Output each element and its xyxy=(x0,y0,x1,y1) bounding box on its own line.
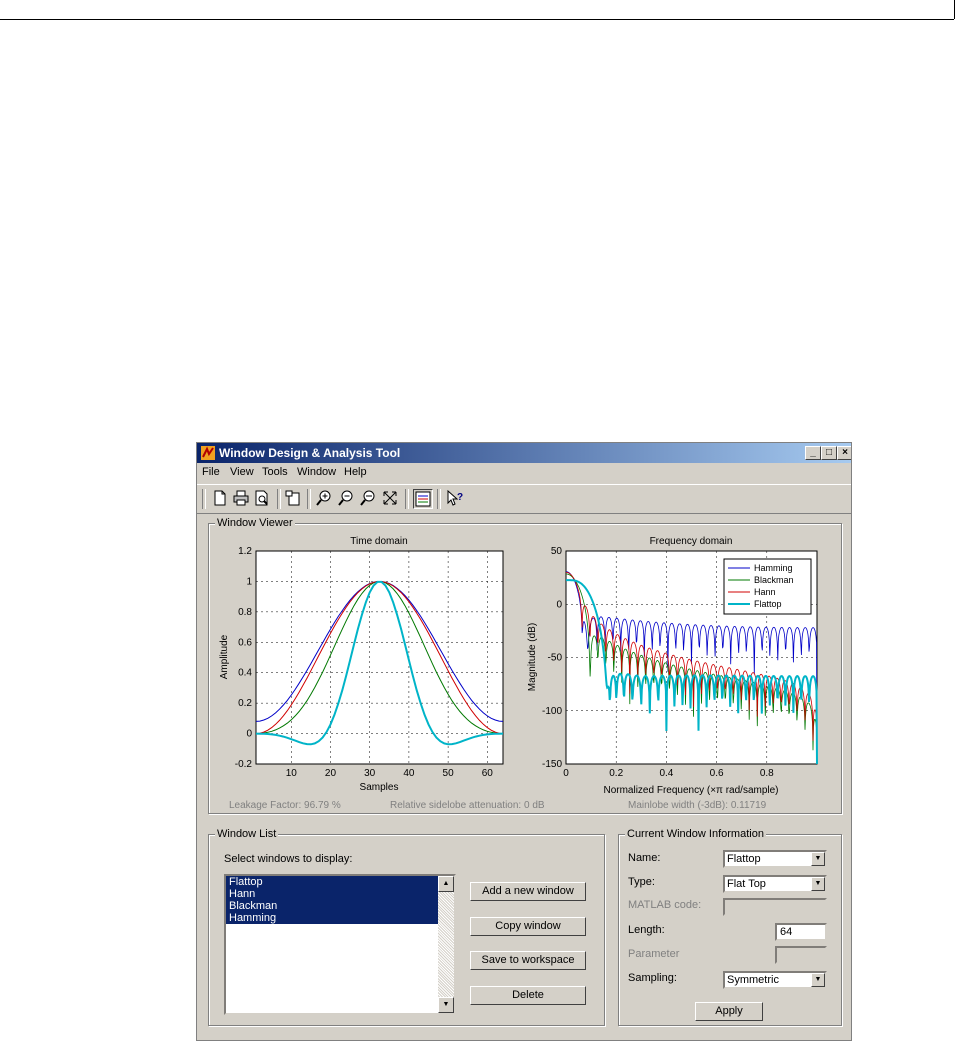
freq-ytick: 50 xyxy=(551,546,563,557)
freq-ytick: -100 xyxy=(542,706,562,717)
time-domain-plot[interactable]: 10 20 30 40 50 60 1.2 1 0.8 0.6 0.4 0.2 0 -0.2 Time d… xyxy=(219,536,504,793)
listbox-scrollbar[interactable]: ▲ ▼ xyxy=(438,876,454,1013)
save-to-workspace-button[interactable]: Save to workspace xyxy=(470,951,586,970)
time-xtick: 60 xyxy=(482,768,494,779)
list-item[interactable]: Flattop xyxy=(226,876,441,888)
type-value: Flat Top xyxy=(727,878,766,890)
legend-hamming: Hamming xyxy=(754,563,793,573)
scroll-up-icon[interactable]: ▲ xyxy=(438,876,454,892)
parameter-input xyxy=(775,946,827,964)
freq-ytick: -50 xyxy=(548,653,563,664)
chevron-down-icon[interactable]: ▼ xyxy=(811,973,825,987)
length-input[interactable]: 64 xyxy=(775,923,827,941)
chevron-down-icon[interactable]: ▼ xyxy=(811,852,825,866)
sampling-dropdown[interactable]: Symmetric ▼ xyxy=(723,971,827,989)
time-ytick: -0.2 xyxy=(235,759,253,770)
list-item[interactable]: Blackman xyxy=(226,900,441,912)
page-top-rule xyxy=(0,19,954,20)
list-item[interactable]: Hann xyxy=(226,888,441,900)
mainlobe-width-text: Mainlobe width (-3dB): 0.11719 xyxy=(628,800,767,811)
delete-button[interactable]: Delete xyxy=(470,986,586,1005)
time-xtick: 20 xyxy=(325,768,337,779)
freq-xlabel: Normalized Frequency (×π rad/sample) xyxy=(603,785,778,796)
freq-ylabel: Magnitude (dB) xyxy=(527,623,538,691)
list-item[interactable]: Hamming xyxy=(226,912,441,924)
time-ytick: 1 xyxy=(246,576,252,587)
length-label: Length: xyxy=(628,924,665,936)
sampling-label: Sampling: xyxy=(628,972,677,984)
leakage-factor-text: Leakage Factor: 96.79 % xyxy=(229,800,341,811)
frequency-domain-plot[interactable]: 0 0.2 0.4 0.6 0.8 50 0 -50 -100 -150 Frequency do… xyxy=(527,536,818,796)
window-list-label: Window List xyxy=(215,828,279,840)
time-ytick: 0.4 xyxy=(238,668,252,679)
plots-area: 10 20 30 40 50 60 1.2 1 0.8 0.6 0.4 0.2 0 -0.2 Time d… xyxy=(219,536,818,796)
time-ytick: 0 xyxy=(246,729,252,740)
parameter-label: Parameter xyxy=(628,948,680,960)
select-windows-label: Select windows to display: xyxy=(224,853,353,865)
freq-xtick: 0.4 xyxy=(659,768,673,779)
window-listbox[interactable]: Flattop Hann Blackman Hamming ▲ ▼ xyxy=(224,874,456,1015)
freq-xtick: 0 xyxy=(563,768,569,779)
time-xtick: 40 xyxy=(403,768,415,779)
sidelobe-attenuation-text: Relative sidelobe attenuation: 0 dB xyxy=(390,800,545,811)
apply-button[interactable]: Apply xyxy=(695,1002,763,1021)
name-field[interactable]: Flattop ▼ xyxy=(723,850,827,868)
freq-legend[interactable]: Hamming Blackman Hann Flattop xyxy=(723,558,812,615)
copy-window-button[interactable]: Copy window xyxy=(470,917,586,936)
freq-ytick: -150 xyxy=(542,759,562,770)
legend-flattop: Flattop xyxy=(754,599,782,609)
scroll-down-icon[interactable]: ▼ xyxy=(438,997,454,1013)
time-xlabel: Samples xyxy=(360,782,399,793)
legend-blackman: Blackman xyxy=(754,575,794,585)
chevron-down-icon[interactable]: ▼ xyxy=(811,877,825,891)
time-ytick: 0.6 xyxy=(238,637,252,648)
type-label: Type: xyxy=(628,876,655,888)
app-window: Window Design & Analysis Tool _ □ × File… xyxy=(196,442,852,1041)
time-ytick: 0.2 xyxy=(238,698,252,709)
freq-domain-title: Frequency domain xyxy=(650,536,733,547)
time-xtick: 50 xyxy=(443,768,455,779)
freq-xtick: 0.2 xyxy=(609,768,623,779)
matlab-code-label: MATLAB code: xyxy=(628,899,702,911)
time-axes-box xyxy=(255,550,504,765)
type-dropdown[interactable]: Flat Top ▼ xyxy=(723,875,827,893)
name-value: Flattop xyxy=(727,853,761,865)
time-ylabel: Amplitude xyxy=(219,634,230,679)
sampling-value: Symmetric xyxy=(727,974,779,986)
time-xtick: 30 xyxy=(364,768,376,779)
freq-ytick: 0 xyxy=(556,599,562,610)
add-window-button[interactable]: Add a new window xyxy=(470,882,586,901)
time-xtick: 10 xyxy=(286,768,298,779)
name-label: Name: xyxy=(628,852,661,864)
page-corner-tick xyxy=(954,0,955,19)
time-ytick: 1.2 xyxy=(238,546,252,557)
freq-xtick: 0.6 xyxy=(710,768,724,779)
current-window-info-label: Current Window Information xyxy=(625,828,766,840)
time-domain-title: Time domain xyxy=(350,536,407,547)
legend-hann: Hann xyxy=(754,587,776,597)
freq-xtick: 0.8 xyxy=(760,768,774,779)
matlab-code-field xyxy=(723,898,827,916)
time-ytick: 0.8 xyxy=(238,607,252,618)
